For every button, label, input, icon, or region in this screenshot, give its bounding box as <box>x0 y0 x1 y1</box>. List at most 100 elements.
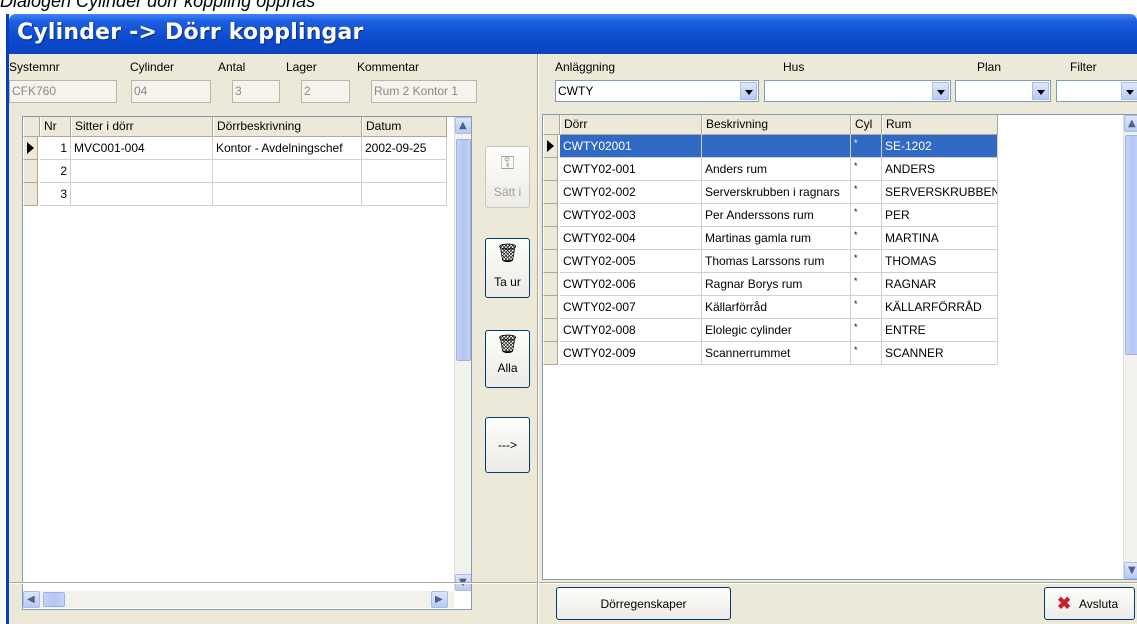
col-header-nr[interactable]: Nr <box>40 117 71 137</box>
table-cell[interactable]: THOMAS <box>882 250 998 273</box>
hus-select[interactable] <box>764 80 951 102</box>
table-cell[interactable]: CWTY02001 <box>560 135 702 158</box>
systemnr-field[interactable]: CFK760 <box>9 80 117 103</box>
table-cell[interactable]: 2 <box>40 160 71 183</box>
plan-select[interactable] <box>955 80 1051 102</box>
table-cell[interactable]: ANDERS <box>882 158 998 181</box>
filter-select[interactable] <box>1056 80 1137 102</box>
exit-button[interactable]: ✖ Avsluta <box>1044 587 1135 620</box>
col-header-room[interactable]: Rum <box>882 115 998 135</box>
scroll-thumb[interactable] <box>1125 135 1137 355</box>
title-bar[interactable]: Cylinder -> Dörr kopplingar <box>9 14 1137 54</box>
antal-field[interactable]: 3 <box>232 80 280 103</box>
col-header-desc[interactable]: Beskrivning <box>702 115 851 135</box>
scroll-right-button[interactable]: ▶ <box>431 591 448 608</box>
table-cell[interactable]: CWTY02-004 <box>560 227 702 250</box>
row-indicator[interactable] <box>543 319 558 342</box>
table-cell[interactable]: 2002-09-25 <box>362 137 447 160</box>
table-cell[interactable]: MARTINA <box>882 227 998 250</box>
table-cell[interactable]: Ragnar Borys rum <box>702 273 851 296</box>
table-cell[interactable]: Kontor - Avdelningschef <box>213 137 362 160</box>
scroll-up-button[interactable]: ▲ <box>1124 115 1137 132</box>
row-indicator[interactable] <box>543 135 558 158</box>
kommentar-field[interactable]: Rum 2 Kontor 1 <box>371 80 477 103</box>
cylinder-field[interactable]: 04 <box>131 80 211 103</box>
row-indicator[interactable] <box>543 250 558 273</box>
col-header-door[interactable]: Sitter i dörr <box>71 117 213 137</box>
table-cell[interactable]: 1 <box>40 137 71 160</box>
table-cell[interactable]: Anders rum <box>702 158 851 181</box>
table-cell[interactable]: * <box>851 158 882 181</box>
row-indicator[interactable] <box>23 137 38 160</box>
filter-dropdown-button[interactable] <box>1121 82 1137 100</box>
table-cell[interactable]: Per Anderssons rum <box>702 204 851 227</box>
table-cell[interactable]: Källarförråd <box>702 296 851 319</box>
col-header-date[interactable]: Datum <box>362 117 447 137</box>
left-grid-vscrollbar[interactable]: ▲ ▼ <box>454 117 471 591</box>
table-cell[interactable]: SERVERSKRUBBEN <box>882 181 998 204</box>
table-cell[interactable]: CWTY02-006 <box>560 273 702 296</box>
table-cell[interactable]: * <box>851 273 882 296</box>
scroll-thumb[interactable] <box>456 139 471 361</box>
table-cell[interactable] <box>213 160 362 183</box>
table-cell[interactable]: * <box>851 342 882 365</box>
scroll-left-button[interactable]: ◀ <box>23 591 40 608</box>
table-cell[interactable]: PER <box>882 204 998 227</box>
table-cell[interactable]: 3 <box>40 183 71 206</box>
anlaggning-dropdown-button[interactable] <box>740 82 757 100</box>
table-cell[interactable] <box>213 183 362 206</box>
table-cell[interactable] <box>362 160 447 183</box>
table-cell[interactable] <box>71 160 213 183</box>
table-cell[interactable]: CWTY02-008 <box>560 319 702 342</box>
col-header-cyl[interactable]: Cyl <box>851 115 882 135</box>
hscroll-thumb[interactable] <box>43 592 65 607</box>
table-cell[interactable]: Thomas Larssons rum <box>702 250 851 273</box>
lager-field[interactable]: 2 <box>301 80 350 103</box>
row-indicator[interactable] <box>543 158 558 181</box>
table-cell[interactable] <box>362 183 447 206</box>
row-indicator[interactable] <box>543 181 558 204</box>
scroll-up-button[interactable]: ▲ <box>455 117 471 134</box>
table-cell[interactable]: CWTY02-007 <box>560 296 702 319</box>
row-indicator[interactable] <box>23 183 38 206</box>
table-cell[interactable]: ENTRE <box>882 319 998 342</box>
table-cell[interactable] <box>702 135 851 158</box>
table-cell[interactable]: SCANNER <box>882 342 998 365</box>
table-cell[interactable]: * <box>851 227 882 250</box>
table-cell[interactable]: CWTY02-001 <box>560 158 702 181</box>
col-header-door[interactable]: Dörr <box>560 115 702 135</box>
scroll-down-button[interactable]: ▼ <box>1124 562 1137 579</box>
table-cell[interactable]: CWTY02-003 <box>560 204 702 227</box>
table-cell[interactable]: * <box>851 204 882 227</box>
table-cell[interactable]: * <box>851 250 882 273</box>
hus-dropdown-button[interactable] <box>932 82 949 100</box>
table-cell[interactable]: * <box>851 181 882 204</box>
table-cell[interactable]: * <box>851 319 882 342</box>
right-grid-vscrollbar[interactable]: ▲ ▼ <box>1123 115 1137 579</box>
table-cell[interactable]: * <box>851 296 882 319</box>
row-indicator[interactable] <box>543 342 558 365</box>
table-cell[interactable] <box>71 183 213 206</box>
table-cell[interactable]: Martinas gamla rum <box>702 227 851 250</box>
row-indicator[interactable] <box>23 160 38 183</box>
transfer-button[interactable]: ---> <box>485 417 530 473</box>
anlaggning-select[interactable]: CWTY <box>555 80 759 102</box>
table-cell[interactable]: MVC001-004 <box>71 137 213 160</box>
insert-button[interactable]: ⚿ Sätt i <box>485 146 530 208</box>
table-cell[interactable]: RAGNAR <box>882 273 998 296</box>
table-cell[interactable]: Serverskrubben i ragnars <box>702 181 851 204</box>
row-indicator[interactable] <box>543 204 558 227</box>
plan-dropdown-button[interactable] <box>1032 82 1049 100</box>
remove-button[interactable]: 🗑 Ta ur <box>485 238 530 298</box>
table-cell[interactable]: Elolegic cylinder <box>702 319 851 342</box>
table-cell[interactable]: CWTY02-002 <box>560 181 702 204</box>
door-properties-button[interactable]: Dörregenskaper <box>556 587 731 620</box>
table-cell[interactable]: CWTY02-009 <box>560 342 702 365</box>
row-indicator[interactable] <box>543 296 558 319</box>
col-header-desc[interactable]: Dörrbeskrivning <box>213 117 362 137</box>
table-cell[interactable]: KÄLLARFÖRRÅD <box>882 296 998 319</box>
row-indicator[interactable] <box>543 227 558 250</box>
table-cell[interactable]: Scannerrummet <box>702 342 851 365</box>
row-indicator[interactable] <box>543 273 558 296</box>
remove-all-button[interactable]: 🗑 Alla <box>485 330 530 388</box>
